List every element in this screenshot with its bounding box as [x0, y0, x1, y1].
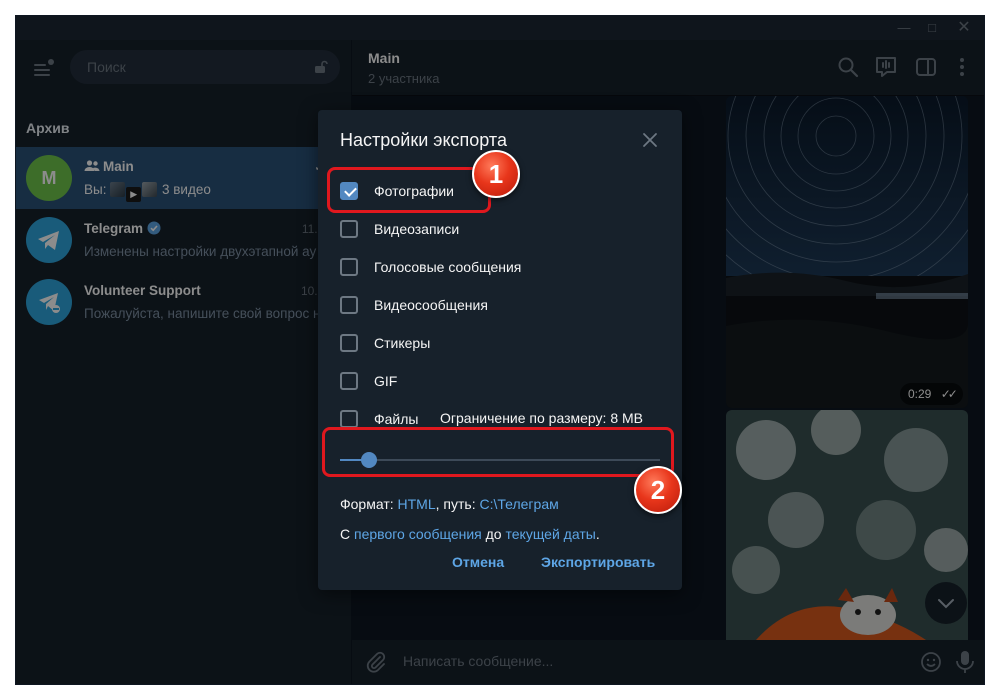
cancel-button[interactable]: Отмена	[452, 554, 504, 570]
option-gif[interactable]: GIF	[340, 370, 670, 394]
to-link[interactable]: текущей даты	[506, 526, 596, 542]
range-line: С первого сообщения до текущей даты.	[340, 526, 600, 542]
from-link[interactable]: первого сообщения	[354, 526, 482, 542]
checkbox[interactable]	[340, 372, 358, 390]
export-button[interactable]: Экспортировать	[541, 554, 655, 570]
option-stickers[interactable]: Стикеры	[340, 332, 670, 356]
checkbox[interactable]	[340, 220, 358, 238]
checkbox[interactable]	[340, 410, 358, 428]
highlight-box-photos	[327, 167, 491, 213]
highlight-box-slider	[322, 427, 674, 477]
step-badge-2: 2	[634, 466, 682, 514]
checkbox[interactable]	[340, 334, 358, 352]
path-link[interactable]: C:\Телеграм	[480, 496, 559, 512]
close-icon[interactable]	[640, 130, 660, 150]
telegram-window: — □ ✕ Поиск Архив M Main Вы: ▶ 3 видео T…	[16, 16, 984, 684]
format-line: Формат: HTML, путь: C:\Телеграм	[340, 496, 559, 512]
dialog-title: Настройки экспорта	[340, 130, 507, 150]
option-videos[interactable]: Видеозаписи	[340, 218, 670, 242]
format-link[interactable]: HTML	[398, 496, 436, 512]
step-badge-1: 1	[472, 150, 520, 198]
option-voice-messages[interactable]: Голосовые сообщения	[340, 256, 670, 280]
size-limit-label: Ограничение по размеру: 8 MB	[440, 410, 644, 426]
checkbox[interactable]	[340, 258, 358, 276]
option-video-messages[interactable]: Видеосообщения	[340, 294, 670, 318]
checkbox[interactable]	[340, 296, 358, 314]
